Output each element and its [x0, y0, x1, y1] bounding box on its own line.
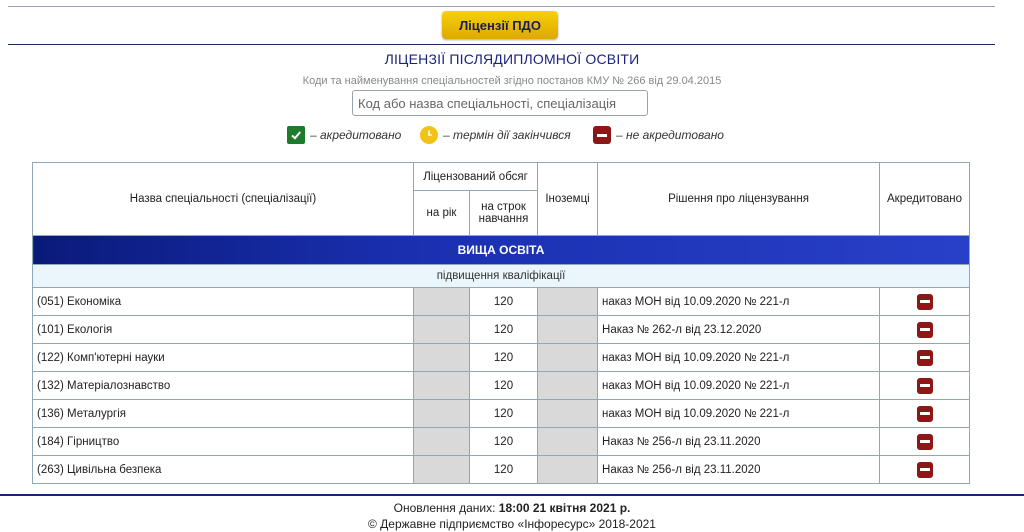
legend-accredited: – акредитовано — [287, 126, 401, 144]
table-row: (122) Комп'ютерні науки 120 наказ МОН від … — [32, 343, 971, 372]
table-row: (136) Металургія 120 наказ МОН від 10.09.2… — [32, 399, 971, 428]
row-foreigners — [537, 287, 599, 316]
row-foreigners — [537, 455, 599, 484]
row-accredited — [879, 455, 971, 484]
col-header-per-term: на строк навчання — [468, 190, 539, 236]
row-per-term: 120 — [468, 455, 539, 484]
row-decision: наказ МОН від 10.09.2020 № 221-л — [597, 343, 881, 372]
row-decision: Наказ № 256-л від 23.11.2020 — [597, 455, 881, 484]
row-per-year — [413, 315, 470, 344]
not-accredited-icon — [916, 433, 933, 450]
col-header-foreigners: Іноземці — [537, 162, 599, 236]
row-per-term: 120 — [468, 399, 539, 428]
row-specialty: (263) Цивільна безпека — [32, 455, 414, 484]
not-accredited-icon — [916, 377, 933, 394]
row-per-term: 120 — [468, 343, 539, 372]
table-row: (263) Цивільна безпека 120 Наказ № 256-л в… — [32, 455, 971, 484]
licenses-pdo-button[interactable]: Ліцензії ПДО — [442, 11, 558, 39]
row-decision: Наказ № 262-л від 23.12.2020 — [597, 315, 881, 344]
check-icon — [287, 126, 305, 144]
table-row: (132) Матеріалознавство 120 наказ МОН від … — [32, 371, 971, 400]
row-accredited — [879, 343, 971, 372]
row-foreigners — [537, 343, 599, 372]
row-per-year — [413, 371, 470, 400]
row-per-term: 120 — [468, 371, 539, 400]
not-accredited-icon — [916, 293, 933, 310]
row-per-year — [413, 343, 470, 372]
col-header-volume: Ліцензований обсяг — [412, 162, 539, 191]
page-subtitle: Коди та найменування спеціальностей згід… — [302, 75, 722, 87]
row-specialty: (132) Матеріалознавство — [32, 371, 414, 400]
legend-accredited-label: – акредитовано — [310, 128, 402, 142]
row-foreigners — [537, 427, 599, 456]
row-foreigners — [537, 371, 599, 400]
search-input[interactable] — [352, 90, 648, 116]
row-per-term: 120 — [468, 287, 539, 316]
row-foreigners — [537, 399, 599, 428]
row-per-year — [413, 427, 470, 456]
row-specialty: (136) Металургія — [32, 399, 414, 428]
row-decision: Наказ № 256-л від 23.11.2020 — [597, 427, 881, 456]
row-specialty: (122) Комп'ютерні науки — [32, 343, 414, 372]
row-per-year — [413, 455, 470, 484]
legend-expiring: – термін дії закінчився — [420, 126, 571, 144]
top-divider — [8, 6, 995, 7]
col-header-decision: Рішення про ліцензування — [597, 162, 881, 236]
table-row: (051) Економіка 120 наказ МОН від 10.09.20… — [32, 287, 971, 316]
section-header: ВИЩА ОСВІТА — [31, 235, 971, 265]
footer-copyright: © Державне підприємство «Інфоресурс» 201… — [368, 517, 656, 531]
table-row: (101) Екологія 120 Наказ № 262-л від 23.12… — [32, 315, 971, 344]
footer-updated: Оновлення даних: 18:00 21 квітня 2021 р. — [0, 501, 1024, 515]
row-accredited — [879, 371, 971, 400]
row-per-year — [413, 399, 470, 428]
footer-divider — [0, 494, 1024, 496]
row-foreigners — [537, 315, 599, 344]
licenses-table: Назва спеціальності (спеціалізації) Ліце… — [31, 162, 971, 484]
subsection-header: підвищення кваліфікації — [31, 264, 971, 288]
footer-updated-label: Оновлення даних: — [393, 501, 499, 515]
not-accredited-icon — [916, 461, 933, 478]
row-accredited — [879, 427, 971, 456]
legend-not-accredited-label: – не акредитовано — [616, 128, 724, 142]
not-accredited-icon — [916, 321, 933, 338]
row-per-term: 120 — [468, 315, 539, 344]
header-divider — [8, 44, 995, 45]
not-accredited-icon — [916, 349, 933, 366]
col-header-accredited: Акредитовано — [879, 162, 971, 236]
legend-expiring-label: – термін дії закінчився — [443, 128, 571, 142]
row-decision: наказ МОН від 10.09.2020 № 221-л — [597, 399, 881, 428]
row-decision: наказ МОН від 10.09.2020 № 221-л — [597, 371, 881, 400]
row-decision: наказ МОН від 10.09.2020 № 221-л — [597, 287, 881, 316]
col-header-name: Назва спеціальності (спеціалізації) — [32, 162, 414, 236]
col-header-per-year: на рік — [413, 190, 470, 236]
row-per-year — [413, 287, 470, 316]
page-title: ЛІЦЕНЗІЇ ПІСЛЯДИПЛОМНОЇ ОСВІТИ — [384, 51, 640, 67]
row-accredited — [879, 287, 971, 316]
not-accredited-icon — [916, 405, 933, 422]
legend-not-accredited: – не акредитовано — [593, 126, 724, 144]
footer-updated-value: 18:00 21 квітня 2021 р. — [498, 501, 631, 515]
row-specialty: (101) Екологія — [32, 315, 414, 344]
row-accredited — [879, 315, 971, 344]
row-specialty: (184) Гірництво — [32, 427, 414, 456]
row-specialty: (051) Економіка — [32, 287, 414, 316]
minus-icon — [593, 126, 611, 144]
clock-icon — [420, 126, 438, 144]
table-row: (184) Гірництво 120 Наказ № 256-л від 23.1… — [32, 427, 971, 456]
row-accredited — [879, 399, 971, 428]
row-per-term: 120 — [468, 427, 539, 456]
